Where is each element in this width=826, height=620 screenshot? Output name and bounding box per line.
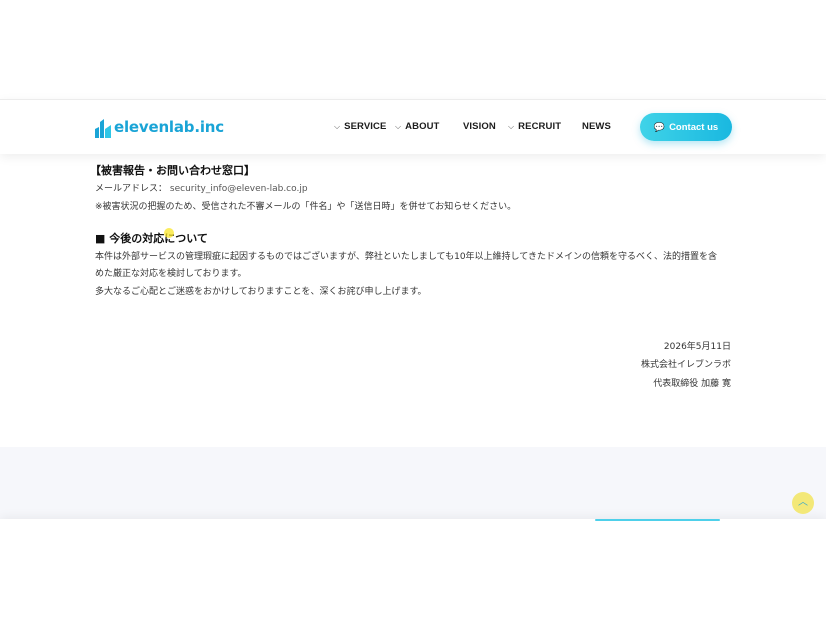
- signature-date: 2026年5月11日: [663, 342, 731, 352]
- paragraph-1-continued: めた厳正な対応を検討しております。: [95, 269, 247, 279]
- signature-company: 株式会社イレブンラボ: [640, 360, 731, 370]
- section-heading-future-response: ■ 今後の対応について: [95, 232, 208, 245]
- chevron-down-icon: ⌵: [508, 122, 515, 131]
- nav-news-label: NEWS: [582, 121, 611, 132]
- footer-band: [0, 447, 826, 519]
- chevron-down-icon: ⌵: [395, 122, 402, 131]
- nav-vision[interactable]: VISION: [463, 121, 496, 132]
- elevenlab-logo-icon: [95, 119, 111, 138]
- report-note: ※被害状況の把握のため、受信された不審メールの「件名」や「送信日時」を併せてお知…: [95, 202, 517, 212]
- nav-service-label: SERVICE: [344, 121, 387, 132]
- nav-about[interactable]: ⌵ ABOUT: [395, 121, 439, 132]
- site-logo[interactable]: elevenlab.inc: [95, 116, 224, 138]
- email-address-link[interactable]: security_info@eleven-lab.co.jp: [170, 184, 308, 194]
- bottom-bar: [0, 519, 826, 620]
- email-line: メールアドレス： security_info@eleven-lab.co.jp: [95, 181, 308, 194]
- email-label: メールアドレス：: [95, 184, 168, 194]
- signature-representative: 代表取締役 加藤 寛: [653, 379, 731, 389]
- nav-about-label: ABOUT: [405, 121, 440, 132]
- contact-button-label: Contact us: [669, 121, 719, 133]
- mouse-cursor-highlight: [164, 228, 174, 238]
- nav-recruit-label: RECRUIT: [518, 121, 562, 132]
- chat-bubble-icon: 💬: [653, 121, 666, 132]
- bottom-accent-bar: [595, 519, 720, 521]
- site-header: elevenlab.inc ⌵ SERVICE ⌵ ABOUT VISION ⌵ RE…: [0, 99, 826, 154]
- logo-text: elevenlab.inc: [114, 118, 224, 136]
- nav-vision-label: VISION: [463, 121, 496, 132]
- chevron-down-icon: ⌵: [334, 122, 341, 131]
- nav-recruit[interactable]: ⌵ RECRUIT: [508, 121, 561, 132]
- paragraph-2: 多大なるご心配とご迷惑をおかけしておりますことを、深くお詫び申し上げます。: [95, 287, 427, 297]
- report-contact-heading: 【被害報告・お問い合わせ窓口】: [90, 164, 255, 177]
- nav-news[interactable]: NEWS: [582, 121, 611, 132]
- contact-button[interactable]: 💬 Contact us: [640, 113, 732, 141]
- paragraph-1: 本件は外部サービスの管理瑕疵に起因するものではございますが、弊社といたしましても…: [95, 252, 718, 262]
- nav-service[interactable]: ⌵ SERVICE: [334, 121, 386, 132]
- arrow-up-icon: ︿: [798, 497, 808, 508]
- back-to-top-button[interactable]: ︿: [792, 492, 814, 514]
